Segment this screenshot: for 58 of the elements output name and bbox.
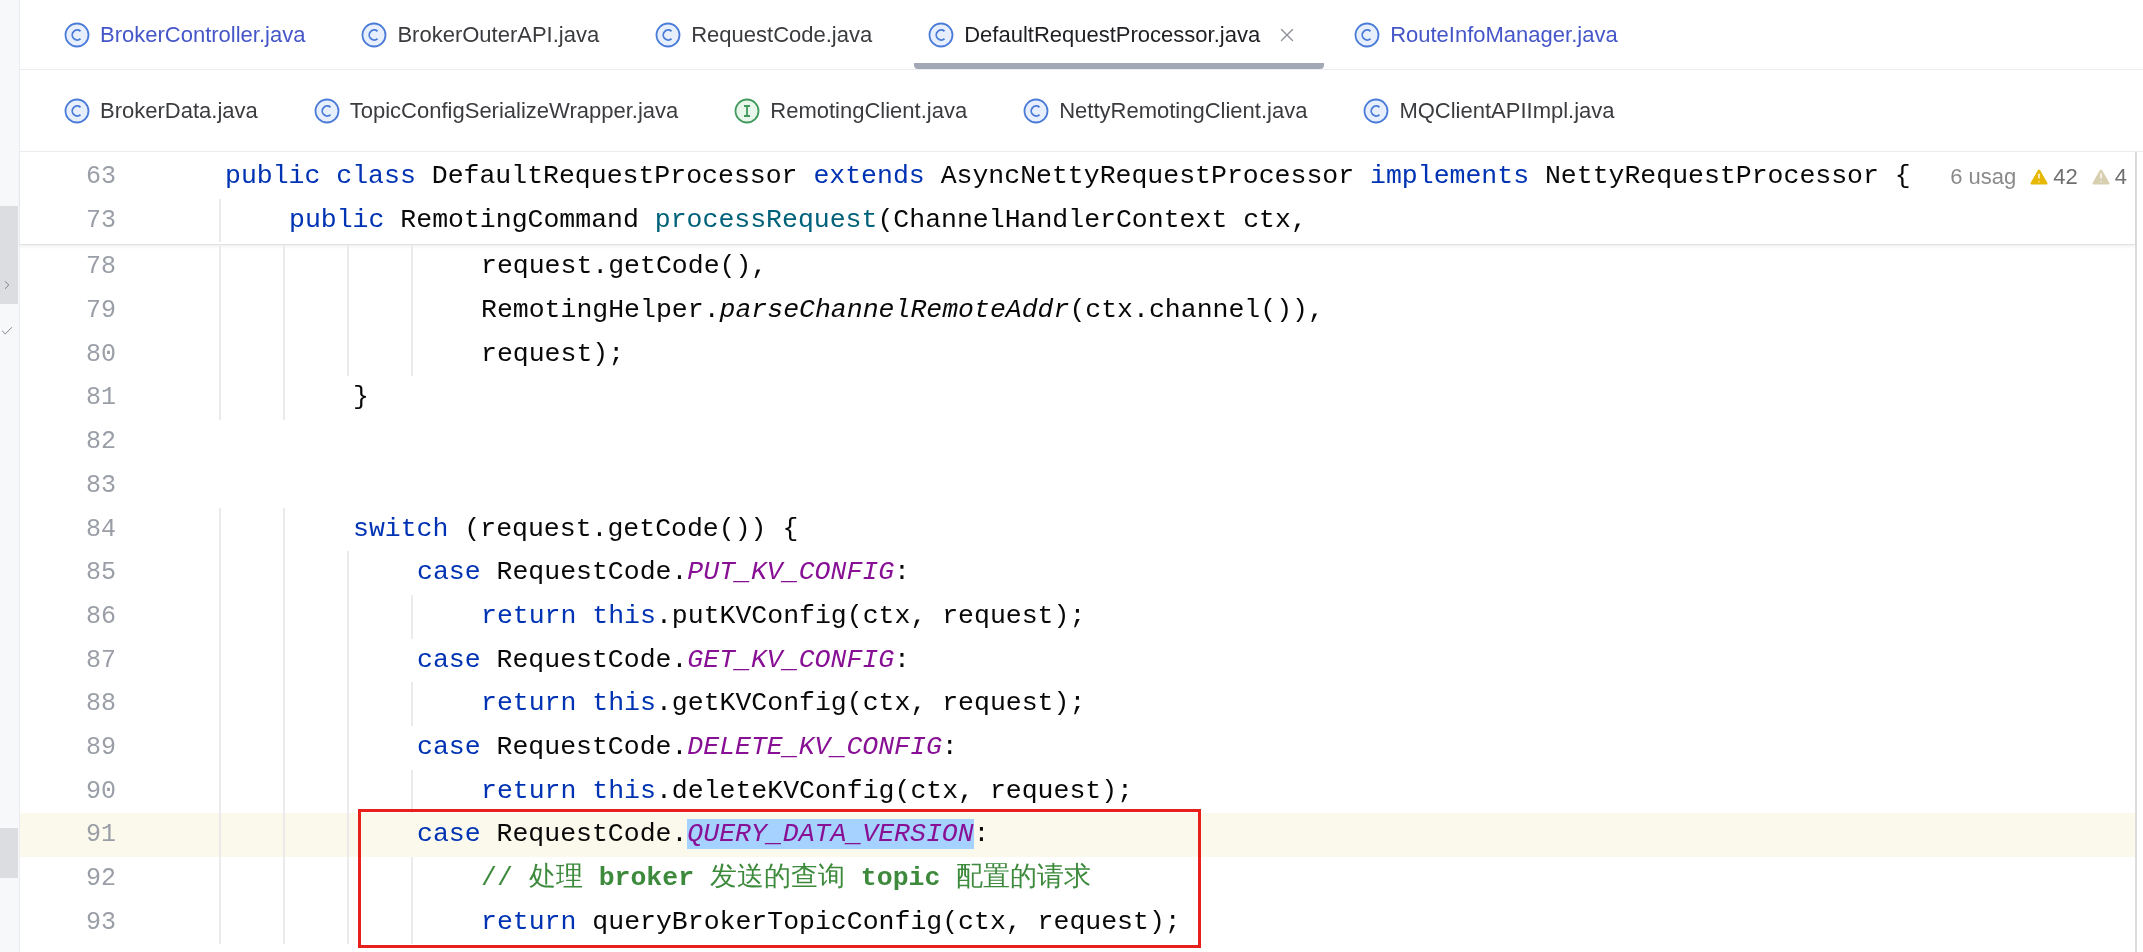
code-line: case RequestCode.DELETE_KV_CONFIG: xyxy=(417,730,958,764)
code-line: public RemotingCommand processRequest(ChannelHandlerContext ctx, xyxy=(289,203,1307,237)
code-line: return this.deleteKVConfig(ctx, request); xyxy=(481,774,1133,808)
code-line: case RequestCode.GET_KV_CONFIG: xyxy=(417,643,910,677)
class-icon xyxy=(313,97,340,124)
warning-counter[interactable]: 42 xyxy=(2028,160,2078,194)
editor-tab[interactable]: BrokerController.java xyxy=(50,0,332,69)
editor-tab[interactable]: DefaultRequestProcessor.java xyxy=(914,0,1325,69)
line-number: 79 xyxy=(85,295,116,328)
class-icon xyxy=(655,21,682,48)
class-icon xyxy=(64,21,90,48)
class-icon xyxy=(1023,97,1050,124)
code-line: case RequestCode.PUT_KV_CONFIG: xyxy=(417,556,910,590)
line-number: 83 xyxy=(85,469,116,502)
line-number: 87 xyxy=(85,644,116,677)
code-line: request); xyxy=(481,337,625,371)
line-number: 90 xyxy=(85,775,116,808)
code-line: case RequestCode.QUERY_DATA_VERSION: xyxy=(417,818,990,852)
editor-tab[interactable]: RequestCode.java xyxy=(641,0,899,69)
code-line: return this.getKVConfig(ctx, request); xyxy=(481,687,1086,721)
code-line: switch (request.getCode()) { xyxy=(353,512,799,546)
interface-icon xyxy=(734,97,761,124)
editor-tab[interactable]: TopicConfigSerializeWrapper.java xyxy=(299,70,705,151)
code-line: // 处理 broker 发送的查询 topic 配置的请求 xyxy=(481,861,1092,895)
code-line: return queryBrokerTopicConfig(ctx, request); xyxy=(481,905,1181,939)
code-line: public class DefaultRequestProcessor extends AsyncNettyRequestProcessor implements NettyRequestProcessor { xyxy=(225,160,1911,193)
gutter-marker xyxy=(0,828,18,878)
code-line: } xyxy=(353,381,369,415)
line-number: 80 xyxy=(85,338,116,371)
class-icon xyxy=(361,21,388,48)
line-number: 89 xyxy=(85,731,116,764)
line-number: 92 xyxy=(85,863,116,895)
line-number: 86 xyxy=(85,600,116,633)
class-icon xyxy=(928,21,955,48)
line-number: 63 xyxy=(85,161,116,193)
line-number: 91 xyxy=(85,819,116,852)
editor-tab[interactable]: BrokerOuterAPI.java xyxy=(347,0,626,69)
line-number: 82 xyxy=(85,426,116,459)
editor-tab[interactable]: BrokerData.java xyxy=(50,70,284,151)
class-icon xyxy=(64,97,90,124)
class-icon xyxy=(1363,97,1390,124)
class-icon xyxy=(1354,21,1381,48)
editor-tab[interactable]: RouteInfoManager.java xyxy=(1340,0,1644,69)
code-line: request.getCode(), xyxy=(481,250,768,284)
line-number: 85 xyxy=(85,557,116,590)
code-line: return this.putKVConfig(ctx, request); xyxy=(481,599,1086,633)
editor-tab[interactable]: MQClientAPIImpl.java xyxy=(1349,70,1641,151)
editor-tab[interactable]: NettyRemotingClient.java xyxy=(1009,70,1334,151)
line-number: 78 xyxy=(85,251,116,284)
line-number: 81 xyxy=(85,382,116,415)
line-number: 84 xyxy=(85,513,116,546)
line-number: 73 xyxy=(85,204,116,237)
check-icon[interactable] xyxy=(0,324,14,338)
warning-counter[interactable]: 4 xyxy=(2089,160,2127,194)
line-number: 93 xyxy=(85,906,116,939)
code-line: RemotingHelper.parseChannelRemoteAddr(ctx.channel()), xyxy=(481,294,1324,328)
line-number: 88 xyxy=(85,688,116,721)
editor-tab[interactable]: RemotingClient.java xyxy=(720,70,994,151)
